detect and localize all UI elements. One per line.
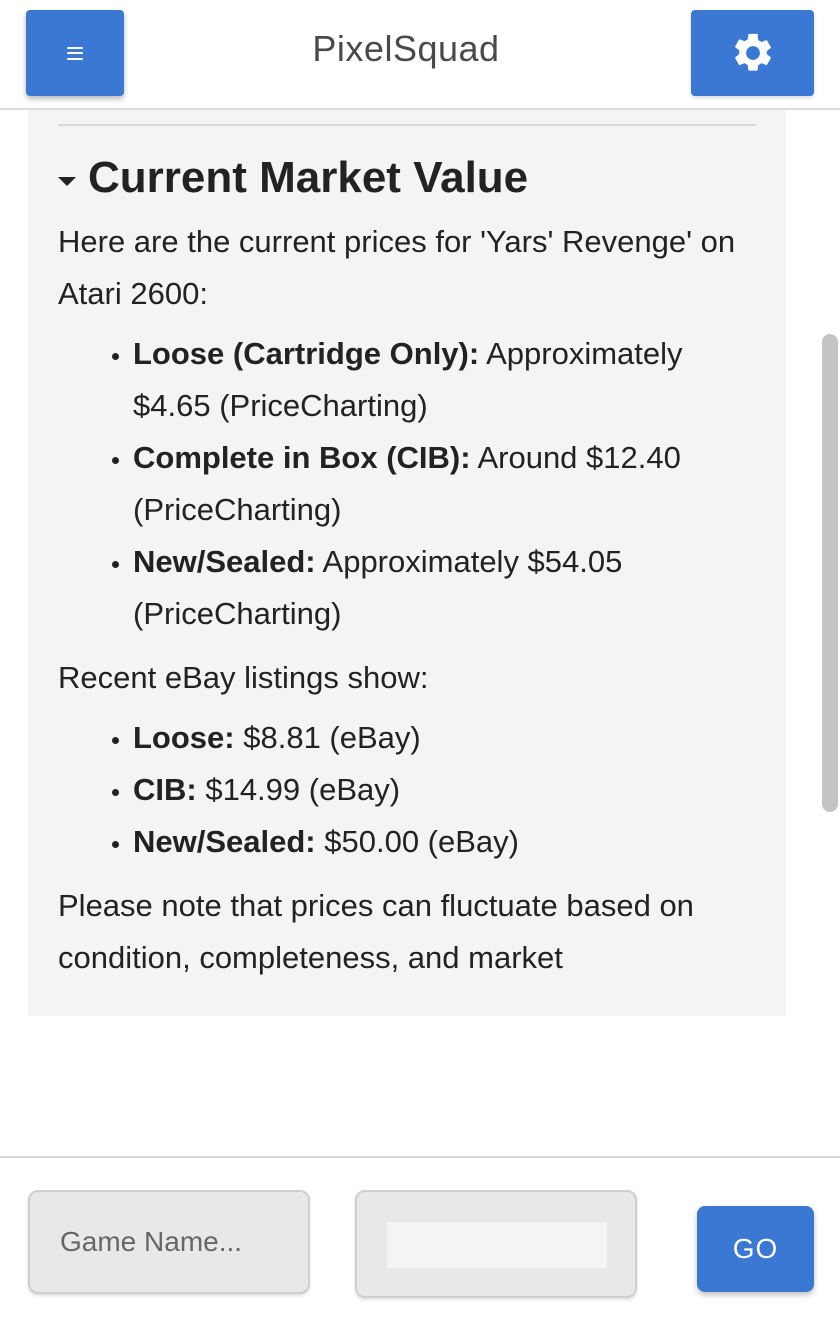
platform-select-value <box>387 1222 607 1268</box>
menu-button[interactable] <box>26 10 124 96</box>
note-text: Please note that prices can fluctuate ba… <box>58 888 694 975</box>
platform-select[interactable] <box>355 1190 637 1298</box>
list-item: Loose: $8.81 (eBay) <box>133 712 758 764</box>
list-item: Complete in Box (CIB): Around $12.40 (Pr… <box>133 432 758 536</box>
ebay-list: Loose: $8.81 (eBay) CIB: $14.99 (eBay) N… <box>58 712 758 868</box>
caret-down-icon <box>58 176 76 186</box>
settings-button[interactable] <box>691 10 814 96</box>
game-name-input[interactable] <box>28 1190 310 1294</box>
scrollbar-thumb[interactable] <box>822 334 838 812</box>
intro-text: Here are the current prices for 'Yars' R… <box>58 224 736 311</box>
pricecharting-list: Loose (Cartridge Only): Approximately $4… <box>58 328 758 640</box>
section-toggle[interactable]: Current Market Value <box>58 150 758 206</box>
list-item: New/Sealed: Approximately $54.05 (PriceC… <box>133 536 758 640</box>
section-title: Current Market Value <box>88 153 529 202</box>
ebay-intro-text: Recent eBay listings show: <box>58 660 429 695</box>
app-title: PixelSquad <box>312 28 500 69</box>
market-value-section: Current Market Value Here are the curren… <box>58 150 758 984</box>
gear-icon <box>734 33 771 71</box>
list-item: Loose (Cartridge Only): Approximately $4… <box>133 328 758 432</box>
app-header: PixelSquad <box>0 0 840 110</box>
list-item: CIB: $14.99 (eBay) <box>133 764 758 816</box>
list-item: New/Sealed: $50.00 (eBay) <box>133 816 758 868</box>
chat-response-panel: Current Market Value Here are the curren… <box>28 110 786 1016</box>
hamburger-menu-icon <box>67 46 83 60</box>
divider <box>58 124 756 126</box>
search-bar: GO <box>0 1156 840 1336</box>
go-button[interactable]: GO <box>697 1206 814 1292</box>
